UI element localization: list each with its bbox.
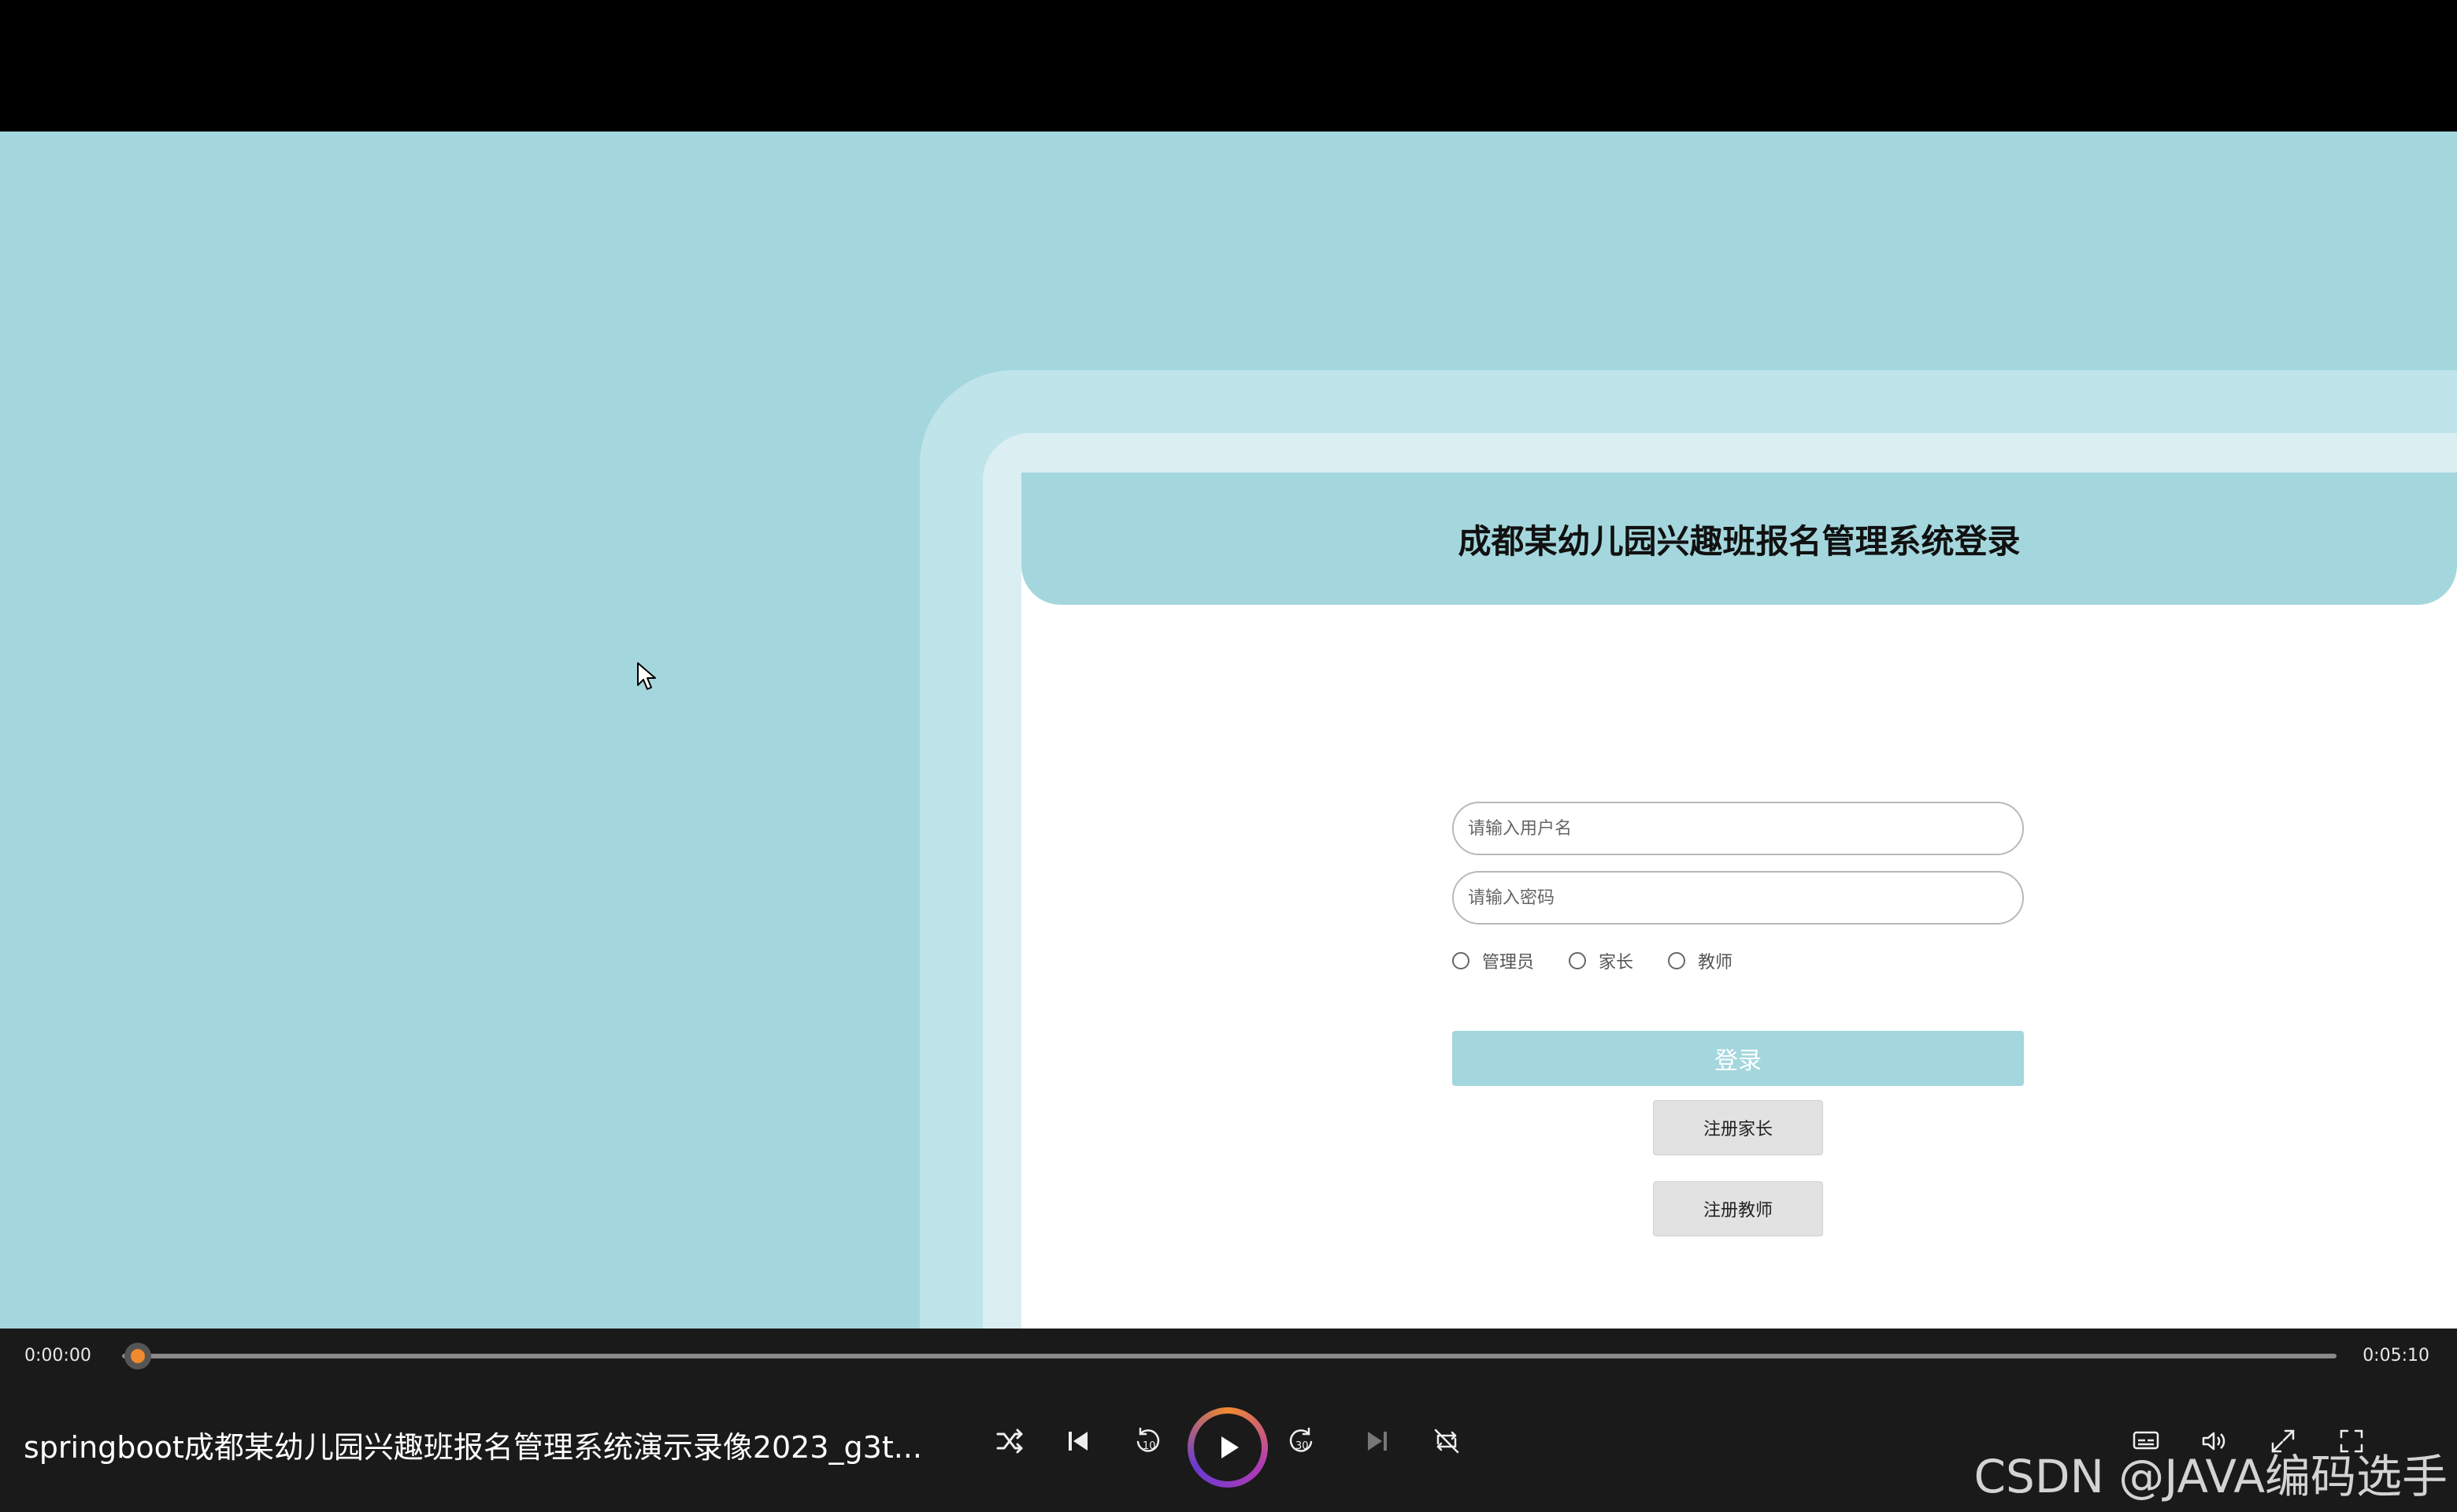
role-label-parent: 家长: [1599, 953, 1634, 973]
role-radio-group: 管理员 家长 教师: [1452, 945, 1767, 976]
role-option-teacher[interactable]: 教师: [1668, 948, 1732, 973]
mouse-pointer-icon: [637, 662, 656, 690]
video-title: springboot成都某幼儿园兴趣班报名管理系统演示录像2023_g3t...: [24, 1430, 922, 1465]
current-time: 0:00:00: [24, 1346, 91, 1366]
shuffle-icon[interactable]: [982, 1414, 1037, 1469]
svg-text:10: 10: [1143, 1440, 1156, 1452]
top-black-bar: [0, 0, 2457, 132]
seek-bar[interactable]: [122, 1354, 2337, 1358]
role-option-parent[interactable]: 家长: [1569, 948, 1633, 973]
previous-icon[interactable]: [1051, 1414, 1106, 1469]
play-button[interactable]: [1188, 1407, 1268, 1488]
seek-thumb[interactable]: [124, 1343, 151, 1369]
role-option-admin[interactable]: 管理员: [1452, 948, 1534, 973]
role-label-admin: 管理员: [1482, 953, 1535, 973]
login-button[interactable]: 登录: [1452, 1031, 2024, 1086]
play-button-inner: [1194, 1414, 1262, 1481]
login-page: 成都某幼儿园兴趣班报名管理系统登录 管理员 家长 教师 登录 注册家长 注册教师: [1021, 472, 2457, 1329]
radio-teacher[interactable]: [1668, 952, 1686, 969]
repeat-off-icon[interactable]: [1419, 1414, 1474, 1469]
svg-text:30: 30: [1295, 1440, 1309, 1452]
login-title: 成都某幼儿园兴趣班报名管理系统登录: [1458, 521, 2021, 561]
radio-parent[interactable]: [1569, 952, 1587, 969]
total-time: 0:05:10: [2362, 1346, 2429, 1366]
username-input[interactable]: [1452, 802, 2024, 855]
radio-admin[interactable]: [1452, 952, 1469, 969]
watermark-text: CSDN @JAVA编码选手: [1973, 1450, 2448, 1503]
role-label-teacher: 教师: [1698, 953, 1733, 973]
play-icon: [1221, 1436, 1239, 1458]
video-viewport[interactable]: 成都某幼儿园兴趣班报名管理系统登录 管理员 家长 教师 登录 注册家长 注册教师: [0, 132, 2457, 1329]
forward-30-icon[interactable]: 30: [1274, 1414, 1329, 1469]
register-teacher-button[interactable]: 注册教师: [1653, 1181, 1823, 1236]
login-header: 成都某幼儿园兴趣班报名管理系统登录: [1021, 472, 2457, 605]
rewind-10-icon[interactable]: 10: [1120, 1414, 1175, 1469]
next-icon[interactable]: [1350, 1414, 1405, 1469]
password-input[interactable]: [1452, 871, 2024, 925]
register-parent-button[interactable]: 注册家长: [1653, 1100, 1823, 1155]
